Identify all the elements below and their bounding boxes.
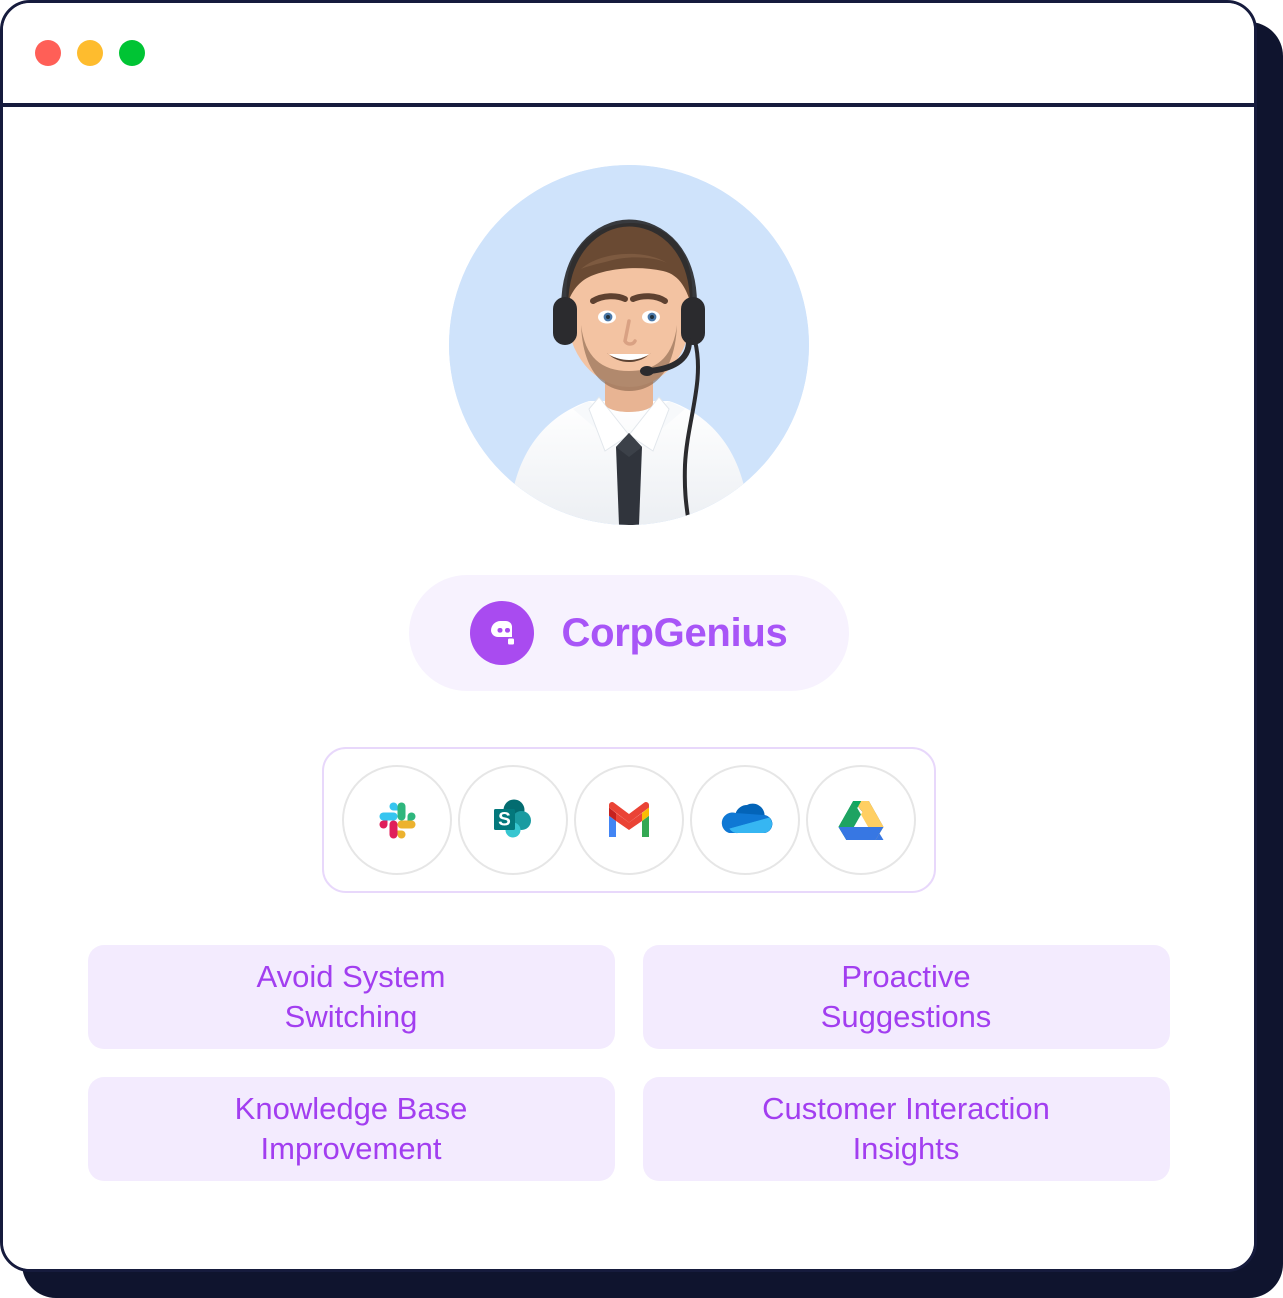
close-button[interactable] xyxy=(35,40,61,66)
google-drive-icon xyxy=(836,797,886,843)
window-titlebar xyxy=(3,3,1254,107)
integrations-bar: S xyxy=(321,747,936,893)
gmail-icon xyxy=(605,801,653,839)
feature-card-knowledge-base-improvement[interactable]: Knowledge Base Improvement xyxy=(87,1077,615,1181)
integration-onedrive[interactable] xyxy=(689,765,800,875)
chat-bubble-robot-icon xyxy=(469,601,534,665)
feature-card-proactive-suggestions[interactable]: Proactive Suggestions xyxy=(642,945,1170,1049)
agent-avatar xyxy=(448,165,809,525)
integration-google-drive[interactable] xyxy=(805,765,916,875)
feature-card-customer-interaction-insights[interactable]: Customer Interaction Insights xyxy=(642,1077,1170,1181)
feature-card-label: Knowledge Base Improvement xyxy=(234,1091,468,1166)
feature-cards: Avoid System Switching Proactive Suggest… xyxy=(87,945,1170,1181)
svg-text:S: S xyxy=(498,810,511,831)
feature-card-label: Customer Interaction Insights xyxy=(762,1091,1050,1166)
agent-photo-illustration xyxy=(448,165,809,525)
integration-slack[interactable] xyxy=(341,765,452,875)
maximize-button[interactable] xyxy=(119,40,145,66)
slack-icon xyxy=(373,796,421,844)
page-content: CorpGenius S Avoid System Switching Proa… xyxy=(3,107,1254,1269)
brand-name: CorpGenius xyxy=(561,610,788,655)
integration-gmail[interactable] xyxy=(573,765,684,875)
traffic-light-buttons xyxy=(35,40,145,66)
brand-pill: CorpGenius xyxy=(408,575,849,691)
feature-card-avoid-system-switching[interactable]: Avoid System Switching xyxy=(87,945,615,1049)
feature-card-label: Proactive Suggestions xyxy=(820,959,992,1034)
screenshot-stage: CorpGenius S Avoid System Switching Proa… xyxy=(0,0,1283,1298)
feature-card-label: Avoid System Switching xyxy=(256,959,446,1034)
browser-window: CorpGenius S Avoid System Switching Proa… xyxy=(0,0,1257,1272)
sharepoint-icon: S xyxy=(488,795,538,845)
onedrive-icon xyxy=(717,801,773,839)
minimize-button[interactable] xyxy=(77,40,103,66)
integration-sharepoint[interactable]: S xyxy=(457,765,568,875)
